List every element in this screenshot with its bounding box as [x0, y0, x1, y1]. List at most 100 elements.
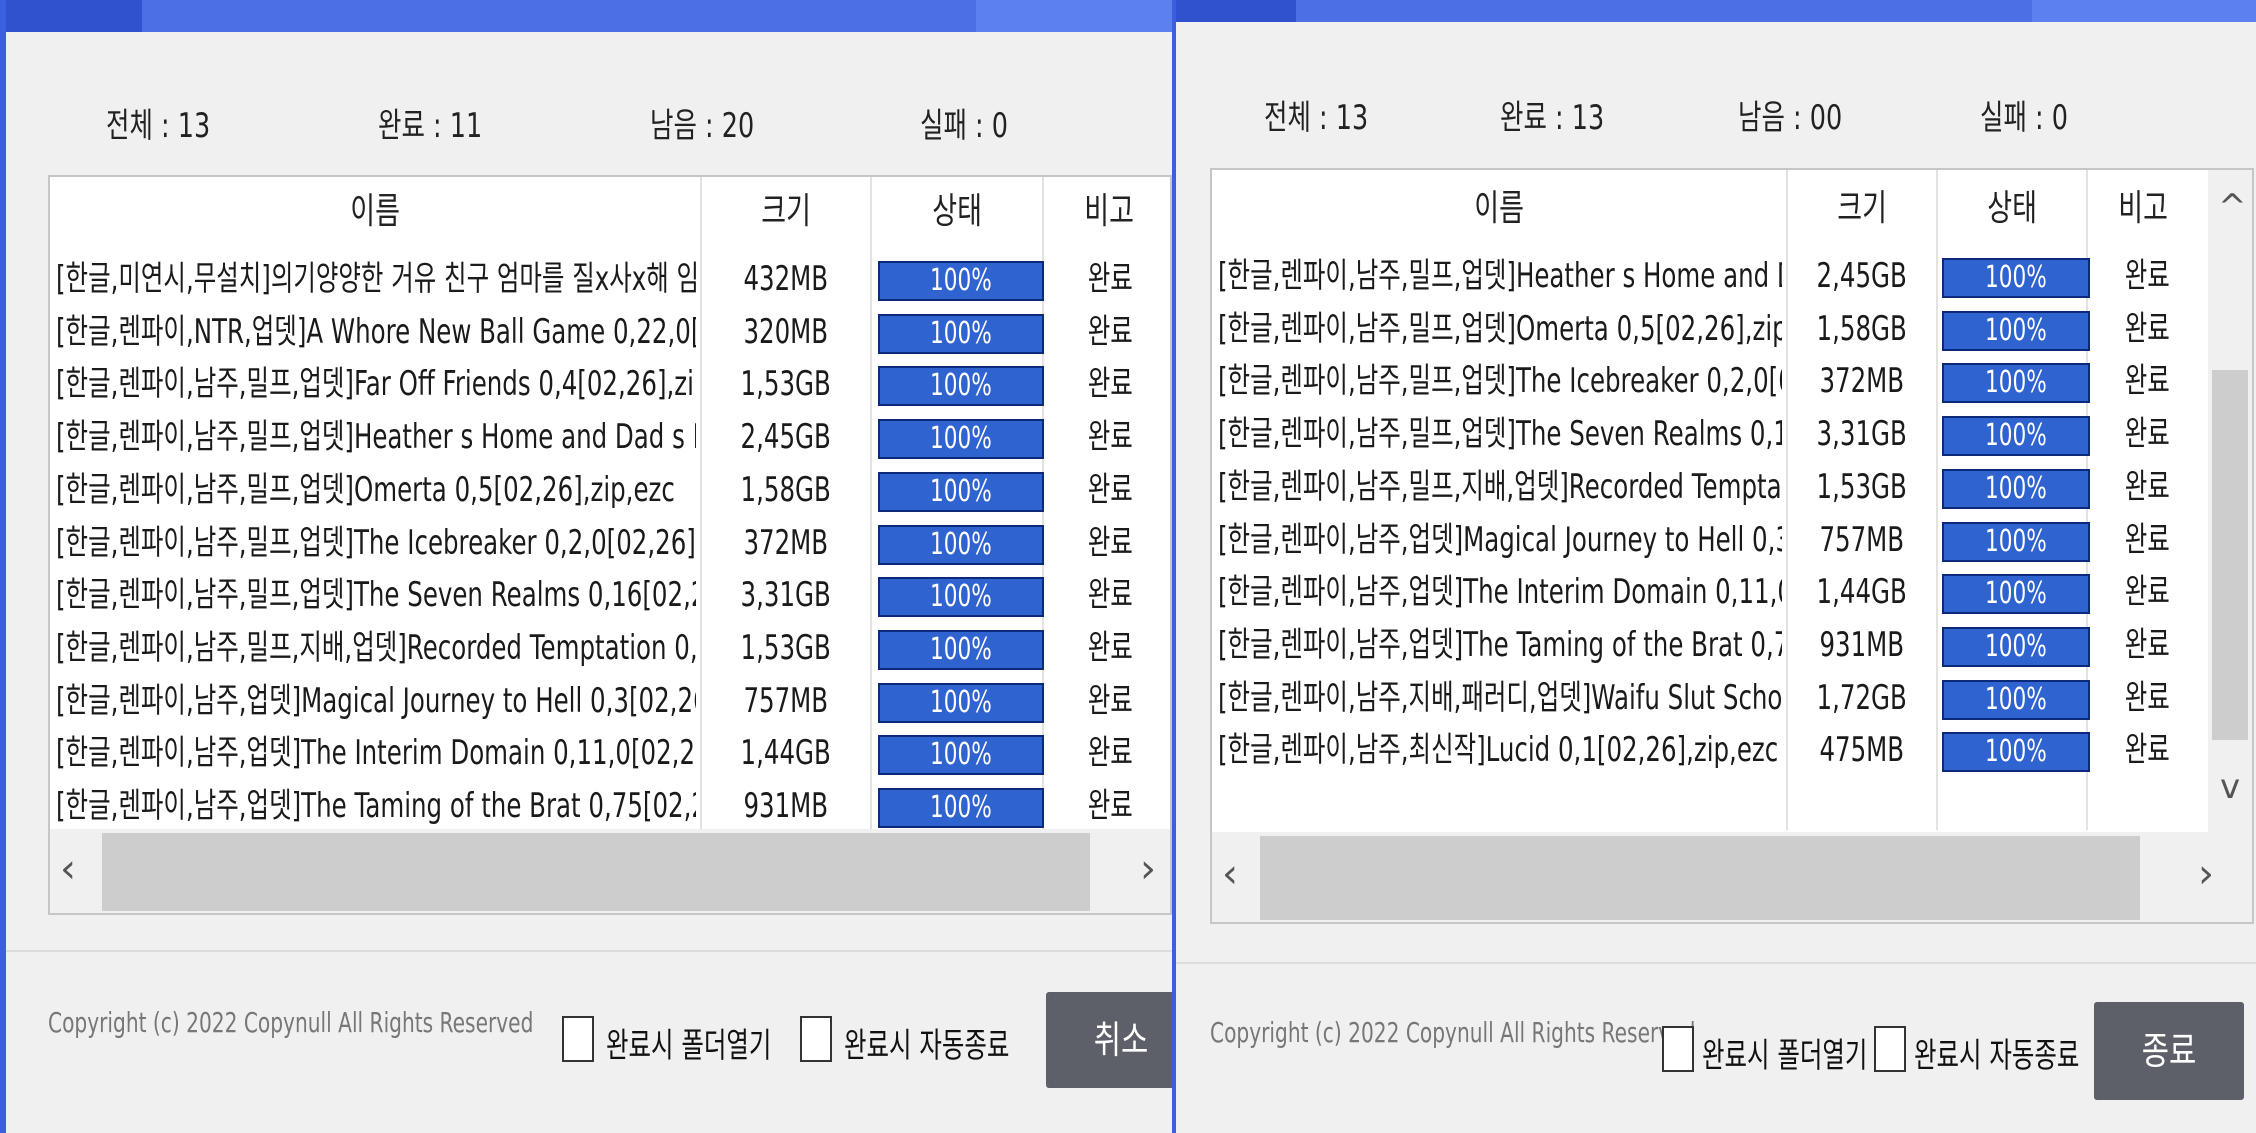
open-folder-checkbox[interactable] — [1662, 1026, 1694, 1072]
download-table: 이름 크기 상태 비고 [한글,렌파이,남주,밀프,업뎃]Heather s H… — [1210, 168, 2254, 924]
scroll-left-icon[interactable]: ‹ — [1222, 854, 1238, 894]
table-row[interactable]: [한글,렌파이,남주,밀프,업뎃]The Icebreaker 0,2,0[02… — [1212, 355, 2252, 407]
column-header-note[interactable]: 비고 — [2088, 170, 2198, 248]
progress-bar: 100% — [1942, 363, 2090, 404]
table-row[interactable]: [한글,렌파이,남주,업뎃]Magical Journey to Hell 0,… — [1212, 514, 2252, 566]
title-bar[interactable] — [1176, 0, 2256, 22]
note-cell: 완료 — [1087, 417, 1133, 458]
table-row[interactable]: [한글,렌파이,남주,지배,패러디,업뎃]Waifu Slut School 0… — [1212, 672, 2252, 724]
title-bar-segment — [6, 0, 142, 32]
table-row[interactable]: [한글,렌파이,남주,최신작]Lucid 0,1[02,26],zip,ezc 4… — [1212, 724, 2252, 776]
progress-bar: 100% — [1942, 416, 2090, 457]
file-name-cell: [한글,렌파이,남주,업뎃]The Taming of the Brat 0,7… — [1218, 624, 1782, 665]
file-size-cell: 432MB — [743, 259, 829, 299]
note-cell: 완료 — [2124, 519, 2170, 560]
title-bar-segment — [976, 0, 1172, 32]
file-name-cell: [한글,렌파이,남주,밀프,업뎃]Omerta 0,5[02,26],zip,e… — [56, 469, 675, 510]
progress-bar: 100% — [878, 788, 1044, 828]
progress-bar: 100% — [1942, 679, 2090, 720]
table-row[interactable]: [한글,렌파이,NTR,업뎃]A Whore New Ball Game 0,2… — [50, 306, 1170, 358]
note-cell: 완료 — [1087, 522, 1133, 563]
close-button[interactable]: 종료 — [2094, 1002, 2244, 1100]
column-header-name[interactable]: 이름 — [50, 177, 700, 247]
auto-close-label: 완료시 자동종료 — [844, 1026, 1010, 1066]
file-name-cell: [한글,렌파이,남주,업뎃]The Interim Domain 0,11,0[… — [56, 733, 696, 774]
progress-bar: 100% — [1942, 626, 2090, 667]
stat-remain: 남음 : 20 — [650, 106, 755, 146]
vertical-scrollbar[interactable]: ^ v — [2208, 170, 2252, 832]
auto-close-checkbox[interactable] — [1874, 1026, 1906, 1072]
progress-bar: 100% — [1942, 310, 2090, 351]
file-size-cell: 1,58GB — [1816, 308, 1908, 349]
stat-remain: 남음 : 00 — [1738, 98, 1843, 138]
open-folder-checkbox[interactable] — [562, 1016, 594, 1062]
file-size-cell: 931MB — [1819, 624, 1905, 665]
file-size-cell: 1,44GB — [740, 733, 832, 774]
file-name-cell: [한글,렌파이,남주,밀프,지배,업뎃]Recorded Temptation … — [1218, 466, 1782, 507]
horizontal-scrollbar[interactable]: ‹ › — [1212, 832, 2252, 922]
copyright-text: Copyright (c) 2022 Copynull All Rights R… — [48, 1006, 534, 1039]
open-folder-label: 완료시 폴더열기 — [1702, 1036, 1868, 1076]
note-cell: 완료 — [1087, 364, 1133, 405]
file-name-cell: [한글,렌파이,남주,밀프,업뎃]The Seven Realms 0,16[0… — [56, 575, 696, 616]
table-row[interactable]: [한글,렌파이,남주,업뎃]The Taming of the Brat 0,7… — [50, 780, 1170, 832]
scroll-right-icon[interactable]: › — [1140, 849, 1156, 889]
progress-bar: 100% — [878, 313, 1044, 354]
note-cell: 완료 — [1087, 259, 1133, 299]
file-name-cell: [한글,렌파이,남주,밀프,업뎃]Omerta 0,5[02,26],zip,e… — [1218, 308, 1782, 349]
table-row[interactable]: [한글,렌파이,남주,업뎃]The Taming of the Brat 0,7… — [1212, 619, 2252, 671]
column-header-size[interactable]: 크기 — [1788, 170, 1936, 248]
table-row[interactable]: [한글,렌파이,남주,밀프,지배,업뎃]Recorded Temptation … — [50, 622, 1170, 674]
scrollbar-thumb[interactable] — [2212, 370, 2248, 740]
stat-total: 전체 : 13 — [106, 106, 211, 146]
column-header-name[interactable]: 이름 — [1212, 170, 1786, 248]
file-name-cell: [한글,렌파이,남주,밀프,업뎃]Far Off Friends 0,4[02,… — [56, 364, 696, 405]
file-name-cell: [한글,렌파이,남주,업뎃]The Interim Domain 0,11,0[… — [1218, 572, 1782, 613]
file-size-cell: 1,58GB — [740, 469, 832, 510]
file-name-cell: [한글,미연시,무설치]의기양양한 거유 친구 엄마를 질x사x해 임 — [56, 259, 696, 299]
table-row[interactable]: [한글,렌파이,남주,밀프,업뎃]Omerta 0,5[02,26],zip,e… — [50, 464, 1170, 516]
file-name-cell: [한글,렌파이,남주,최신작]Lucid 0,1[02,26],zip,ezc — [1218, 730, 1779, 771]
horizontal-scrollbar[interactable]: ‹ › — [50, 829, 1170, 913]
table-row[interactable]: [한글,렌파이,남주,밀프,업뎃]Heather s Home and Dad … — [50, 411, 1170, 463]
file-size-cell: 1,72GB — [1816, 677, 1908, 718]
stat-done: 완료 : 13 — [1500, 98, 1605, 138]
cancel-button[interactable]: 취소 — [1046, 992, 1172, 1088]
table-row[interactable]: [한글,렌파이,남주,밀프,업뎃]The Icebreaker 0,2,0[02… — [50, 517, 1170, 569]
note-cell: 완료 — [1087, 575, 1133, 616]
note-cell: 완료 — [2124, 572, 2170, 613]
table-row[interactable]: [한글,미연시,무설치]의기양양한 거유 친구 엄마를 질x사x해 임 432MB… — [50, 253, 1170, 305]
scrollbar-thumb[interactable] — [1260, 836, 2140, 920]
table-row[interactable]: [한글,렌파이,남주,밀프,지배,업뎃]Recorded Temptation … — [1212, 461, 2252, 513]
stat-done: 완료 : 11 — [378, 106, 483, 146]
table-row[interactable]: [한글,렌파이,남주,업뎃]The Interim Domain 0,11,0[… — [1212, 566, 2252, 618]
note-cell: 완료 — [2124, 414, 2170, 455]
scrollbar-thumb[interactable] — [102, 833, 1090, 911]
column-header-note[interactable]: 비고 — [1044, 177, 1170, 247]
auto-close-checkbox[interactable] — [800, 1016, 832, 1062]
table-row[interactable]: [한글,렌파이,남주,밀프,업뎃]Far Off Friends 0,4[02,… — [50, 358, 1170, 410]
download-window-right: 전체 : 13 완료 : 13 남음 : 00 실패 : 0 이름 크기 상태 … — [1172, 0, 2256, 1133]
scroll-left-icon[interactable]: ‹ — [60, 849, 76, 889]
file-name-cell: [한글,렌파이,남주,밀프,업뎃]The Icebreaker 0,2,0[02… — [1218, 361, 1782, 402]
table-row[interactable]: [한글,렌파이,남주,밀프,업뎃]Heather s Home and Dad … — [1212, 250, 2252, 302]
scroll-down-icon[interactable]: v — [2220, 770, 2240, 804]
note-cell: 완료 — [2124, 624, 2170, 665]
open-folder-label: 완료시 폴더열기 — [606, 1026, 772, 1066]
table-row[interactable]: [한글,렌파이,남주,업뎃]Magical Journey to Hell 0,… — [50, 675, 1170, 727]
table-row[interactable]: [한글,렌파이,남주,업뎃]The Interim Domain 0,11,0[… — [50, 727, 1170, 779]
file-name-cell: [한글,렌파이,남주,업뎃]Magical Journey to Hell 0,… — [56, 680, 696, 721]
title-bar[interactable] — [6, 0, 1172, 32]
table-row[interactable]: [한글,렌파이,남주,밀프,업뎃]The Seven Realms 0,16[0… — [50, 569, 1170, 621]
scroll-right-icon[interactable]: › — [2198, 854, 2214, 894]
column-header-size[interactable]: 크기 — [702, 177, 870, 247]
progress-bar: 100% — [878, 261, 1044, 301]
file-size-cell: 1,53GB — [1816, 466, 1908, 507]
column-header-status[interactable]: 상태 — [872, 177, 1042, 247]
column-header-status[interactable]: 상태 — [1938, 170, 2086, 248]
file-name-cell: [한글,렌파이,NTR,업뎃]A Whore New Ball Game 0,2… — [56, 311, 696, 352]
table-row[interactable]: [한글,렌파이,남주,밀프,업뎃]Omerta 0,5[02,26],zip,e… — [1212, 303, 2252, 355]
file-size-cell: 757MB — [1819, 519, 1905, 560]
table-row[interactable]: [한글,렌파이,남주,밀프,업뎃]The Seven Realms 0,16[0… — [1212, 408, 2252, 460]
scroll-up-icon[interactable]: ^ — [2218, 190, 2247, 224]
